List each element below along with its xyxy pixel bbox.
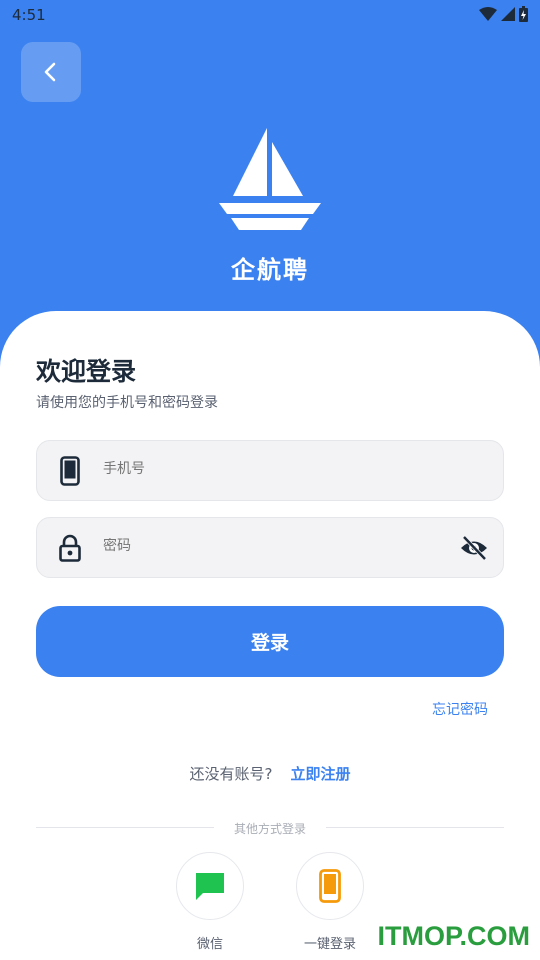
- other-methods-divider: 其他方式登录: [36, 819, 504, 839]
- register-link[interactable]: 立即注册: [290, 765, 350, 783]
- app-name: 企航聘: [231, 256, 309, 284]
- password-field[interactable]: [36, 517, 504, 578]
- login-button[interactable]: 登录: [36, 606, 504, 677]
- eye-off-icon[interactable]: [459, 535, 489, 561]
- phone-icon: [319, 869, 341, 903]
- wechat-login-label: 微信: [196, 937, 223, 952]
- phone-input[interactable]: [103, 461, 463, 477]
- phone-field[interactable]: [36, 440, 504, 501]
- no-account-text: 还没有账号?: [189, 765, 273, 783]
- divider-line-right: [326, 827, 504, 828]
- smartphone-icon: [55, 456, 85, 486]
- password-input[interactable]: [103, 538, 463, 554]
- status-bar: 4:51: [0, 0, 540, 30]
- sailboat-logo: [219, 128, 321, 232]
- page-title: 欢迎登录: [36, 357, 137, 386]
- chat-bubble-icon: [196, 873, 224, 900]
- chevron-left-icon: [44, 62, 56, 82]
- page-subtitle: 请使用您的手机号和密码登录: [36, 395, 218, 411]
- one-click-login-label: 一键登录: [303, 937, 356, 952]
- one-click-login-button[interactable]: [296, 852, 364, 920]
- register-row: 还没有账号? 立即注册: [0, 763, 540, 784]
- other-methods-label: 其他方式登录: [233, 822, 306, 836]
- status-time: 4:51: [12, 6, 46, 24]
- sailboat-icon: [219, 128, 321, 230]
- battery-icon: [519, 6, 528, 22]
- back-button[interactable]: [21, 42, 81, 102]
- forgot-password-link[interactable]: 忘记密码: [432, 699, 488, 719]
- signal-icon: [501, 7, 515, 21]
- watermark: ITMOP.COM: [377, 921, 530, 951]
- status-icons: [479, 6, 528, 22]
- wifi-icon: [479, 7, 497, 21]
- wechat-login-button[interactable]: [176, 852, 244, 920]
- lock-icon: [55, 533, 85, 563]
